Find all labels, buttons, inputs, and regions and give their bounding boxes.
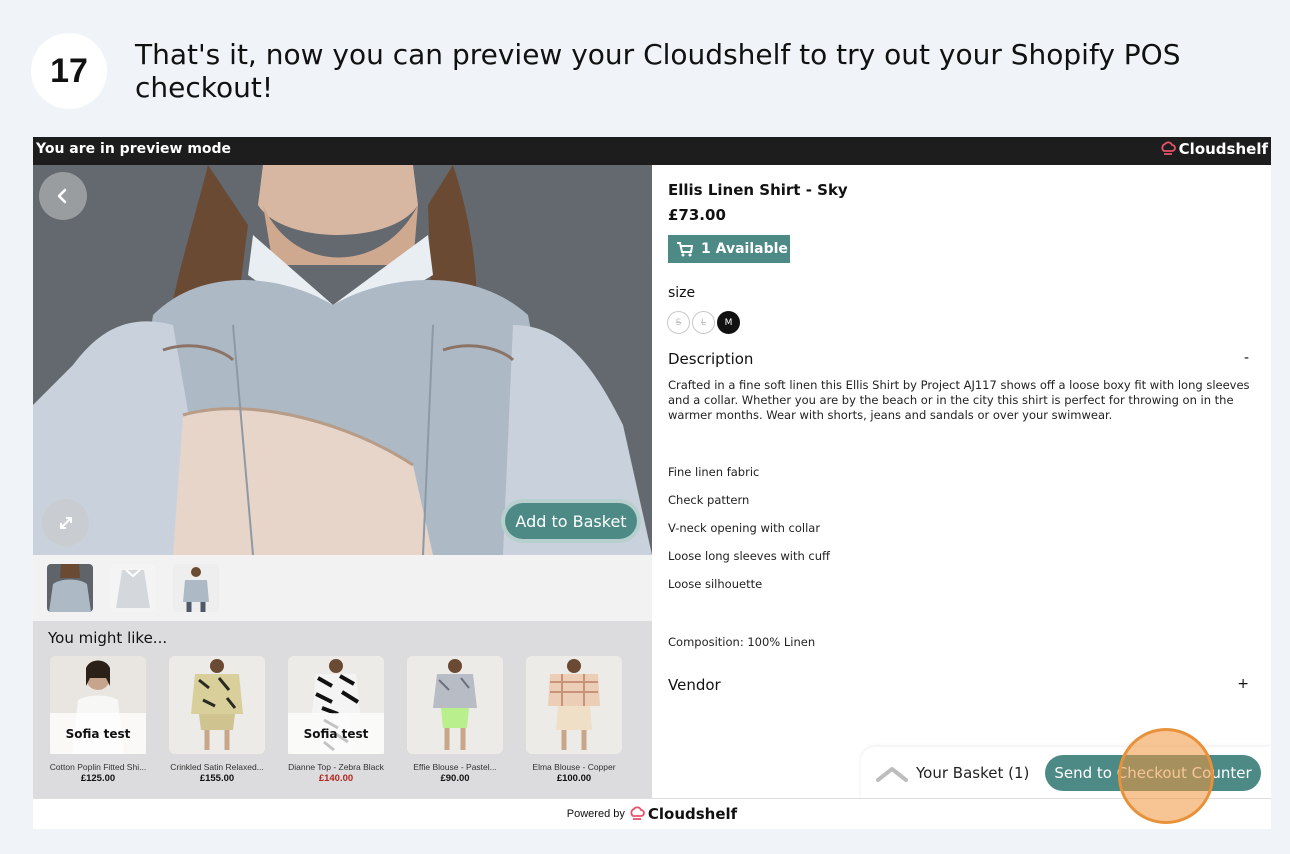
recommendations-title: You might like... bbox=[48, 629, 168, 647]
feature-item: Loose long sleeves with cuff bbox=[668, 549, 830, 563]
thumbnail-1-image bbox=[47, 564, 93, 612]
cloudshelf-logo: Cloudshelf bbox=[1160, 140, 1268, 158]
step-instruction: That's it, now you can preview your Clou… bbox=[135, 38, 1181, 104]
cloudshelf-logo-icon bbox=[630, 806, 645, 820]
chevron-up-icon[interactable] bbox=[875, 765, 909, 783]
product-gallery-column: Add to Basket You might like... Sofia te… bbox=[33, 165, 652, 798]
product-price: £73.00 bbox=[668, 206, 726, 224]
recommendation-name: Dianne Top - Zebra Black bbox=[288, 762, 384, 772]
footer-brand-text: Cloudshelf bbox=[647, 805, 738, 823]
powered-by-footer: Powered by Cloudshelf bbox=[33, 798, 1271, 829]
product-details-column: Ellis Linen Shirt - Sky £73.00 1 Availab… bbox=[652, 165, 1271, 798]
size-label: size bbox=[668, 285, 696, 301]
product-composition: Composition: 100% Linen bbox=[668, 635, 816, 649]
chevron-left-icon bbox=[57, 188, 67, 204]
recommendation-overlay-label: Sofia test bbox=[288, 713, 384, 754]
expand-image-button[interactable] bbox=[42, 499, 89, 546]
basket-summary[interactable]: Your Basket (1) bbox=[916, 764, 1029, 782]
size-option-m[interactable]: M bbox=[717, 311, 740, 334]
description-collapse-toggle[interactable]: - bbox=[1244, 350, 1249, 366]
product-description: Crafted in a fine soft linen this Ellis … bbox=[668, 378, 1250, 422]
feature-item: Check pattern bbox=[668, 493, 750, 507]
size-option-s[interactable]: S bbox=[667, 311, 690, 334]
vendor-heading[interactable]: Vendor bbox=[668, 676, 721, 694]
recommendation-price: £90.00 bbox=[440, 773, 470, 784]
vendor-expand-toggle[interactable]: + bbox=[1237, 676, 1249, 692]
recommendation-image bbox=[526, 656, 622, 754]
recommendation-card[interactable]: Sofia test Cotton Poplin Fitted Shi... £… bbox=[47, 656, 149, 784]
availability-text: 1 Available bbox=[701, 241, 788, 257]
feature-item: Loose silhouette bbox=[668, 577, 763, 591]
recommendation-name: Effie Blouse - Pastel... bbox=[413, 762, 497, 772]
expand-icon bbox=[59, 516, 72, 529]
recommendation-price: £125.00 bbox=[80, 773, 116, 784]
recommendation-photo bbox=[169, 656, 265, 754]
feature-list: Fine linen fabric Check pattern V-neck o… bbox=[668, 465, 830, 605]
recommendation-card[interactable]: Crinkled Satin Relaxed... £155.00 bbox=[166, 656, 268, 784]
product-photo bbox=[33, 165, 652, 555]
cloudshelf-logo-icon bbox=[1161, 141, 1176, 155]
preview-mode-bar: You are in preview mode Cloudshelf bbox=[33, 137, 1271, 165]
recommendation-photo bbox=[407, 656, 503, 754]
basket-label: Your Basket bbox=[916, 764, 1004, 782]
recommendation-name: Elma Blouse - Copper bbox=[532, 762, 616, 772]
availability-badge: 1 Available bbox=[668, 235, 790, 263]
thumbnail-strip bbox=[47, 564, 219, 612]
recommendation-name: Cotton Poplin Fitted Shi... bbox=[49, 762, 147, 772]
preview-mode-text: You are in preview mode bbox=[36, 141, 232, 157]
cloudshelf-logo-text: Cloudshelf bbox=[1178, 140, 1268, 158]
recommendation-image bbox=[169, 656, 265, 754]
powered-by-text: Powered by bbox=[566, 808, 625, 820]
size-options: S L M bbox=[667, 311, 740, 334]
feature-item: Fine linen fabric bbox=[668, 465, 760, 479]
recommendation-card[interactable]: Elma Blouse - Copper £100.00 bbox=[523, 656, 625, 784]
add-to-basket-button[interactable]: Add to Basket bbox=[501, 499, 641, 543]
footer-cloudshelf-logo: Cloudshelf bbox=[629, 805, 737, 823]
thumbnail-2[interactable] bbox=[110, 564, 156, 612]
recommendation-price: £100.00 bbox=[556, 773, 592, 784]
recommendation-photo bbox=[526, 656, 622, 754]
thumbnail-3-image bbox=[173, 564, 219, 612]
recommendations-list: Sofia test Cotton Poplin Fitted Shi... £… bbox=[47, 656, 625, 784]
thumbnail-1[interactable] bbox=[47, 564, 93, 612]
recommendation-price: £155.00 bbox=[199, 773, 235, 784]
recommendations-panel: You might like... Sofia test Cotton Popl… bbox=[33, 621, 652, 798]
product-title: Ellis Linen Shirt - Sky bbox=[668, 181, 848, 199]
recommendation-name: Crinkled Satin Relaxed... bbox=[170, 762, 264, 772]
recommendation-price: £140.00 bbox=[318, 773, 354, 784]
size-option-l[interactable]: L bbox=[692, 311, 715, 334]
recommendation-overlay-label: Sofia test bbox=[50, 713, 146, 754]
back-button[interactable] bbox=[39, 172, 87, 220]
basket-count: (1) bbox=[1008, 764, 1030, 782]
step-number-badge: 17 bbox=[31, 33, 107, 109]
thumbnail-2-image bbox=[110, 564, 156, 612]
recommendation-card[interactable]: Effie Blouse - Pastel... £90.00 bbox=[404, 656, 506, 784]
description-heading[interactable]: Description bbox=[668, 350, 753, 368]
feature-item: V-neck opening with collar bbox=[668, 521, 821, 535]
thumbnail-3[interactable] bbox=[173, 564, 219, 612]
product-main-image[interactable]: Add to Basket bbox=[33, 165, 652, 555]
click-highlight-marker bbox=[1118, 728, 1214, 824]
recommendation-image bbox=[407, 656, 503, 754]
cart-icon bbox=[677, 241, 693, 256]
cloudshelf-preview-frame: You are in preview mode Cloudshelf Add t… bbox=[33, 137, 1271, 829]
recommendation-card[interactable]: Sofia test Dianne Top - Zebra Black £140… bbox=[285, 656, 387, 784]
